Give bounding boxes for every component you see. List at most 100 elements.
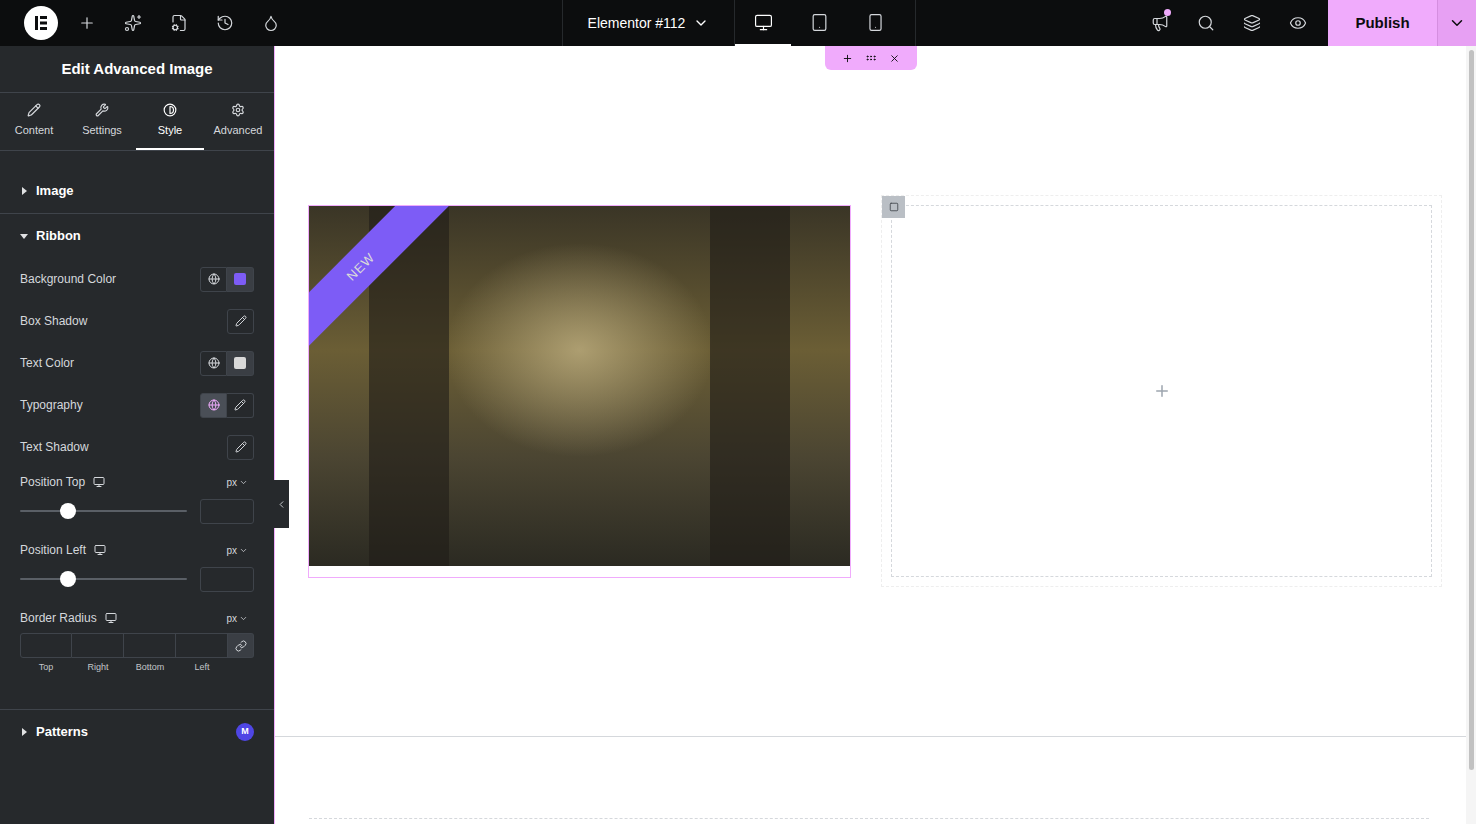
add-element-icon bbox=[78, 14, 96, 32]
control-label: Text Color bbox=[20, 354, 74, 372]
panel-section: RibbonBackground ColorBox ShadowText Col… bbox=[0, 214, 274, 710]
link-values-button[interactable] bbox=[228, 633, 254, 658]
section-header[interactable]: Image bbox=[0, 169, 274, 213]
panel-tab[interactable]: Advanced bbox=[204, 93, 272, 150]
notifications[interactable] bbox=[1137, 0, 1183, 46]
control-row: Text Shadow bbox=[0, 426, 274, 468]
page-settings[interactable] bbox=[156, 0, 202, 46]
responsive-monitor-icon[interactable] bbox=[93, 476, 105, 488]
global-button[interactable] bbox=[200, 351, 227, 376]
add-element[interactable] bbox=[64, 0, 110, 46]
elementor-logo-icon bbox=[24, 6, 58, 40]
page-settings-icon bbox=[170, 14, 188, 32]
control-label: Typography bbox=[20, 396, 83, 414]
panel-tabs: ContentSettingsStyleAdvanced bbox=[0, 93, 274, 151]
panel-header: Edit Advanced Image bbox=[0, 46, 274, 93]
global-button[interactable] bbox=[200, 393, 227, 418]
color-swatch[interactable] bbox=[227, 267, 254, 292]
column-icon bbox=[889, 202, 899, 212]
edit-button[interactable] bbox=[227, 393, 254, 418]
dimensions-control: Border RadiuspxTopRightBottomLeft bbox=[0, 604, 274, 675]
section-header[interactable]: PatternsM bbox=[0, 710, 274, 754]
device-button[interactable] bbox=[791, 0, 847, 46]
publish-options-button[interactable] bbox=[1437, 0, 1476, 46]
mobile-icon bbox=[866, 13, 885, 32]
control-label: Position Left bbox=[20, 541, 86, 559]
empty-column-dropzone[interactable] bbox=[891, 205, 1432, 577]
control-buttons bbox=[200, 351, 254, 376]
globe-icon bbox=[208, 273, 220, 285]
dimension-input[interactable] bbox=[124, 633, 176, 658]
column-handle[interactable] bbox=[882, 196, 905, 218]
section-controls: Background ColorBox ShadowText ColorTypo… bbox=[0, 258, 274, 709]
delete-icon[interactable] bbox=[889, 53, 900, 64]
document-title[interactable]: Elementor #112 bbox=[562, 0, 735, 46]
slider-track[interactable] bbox=[20, 510, 187, 512]
color-swatch[interactable] bbox=[227, 351, 254, 376]
add-icon[interactable] bbox=[842, 53, 853, 64]
unit-select[interactable]: px bbox=[226, 611, 254, 626]
unit-select[interactable]: px bbox=[226, 543, 254, 558]
editor-panel: Edit Advanced ImageContentSettingsStyleA… bbox=[0, 46, 274, 824]
control-buttons bbox=[200, 393, 254, 418]
control-label: Text Shadow bbox=[20, 438, 89, 456]
column bbox=[881, 195, 1442, 587]
chevron-down-icon bbox=[239, 614, 248, 623]
pencil-icon bbox=[235, 441, 247, 453]
responsive-monitor-icon[interactable] bbox=[94, 544, 106, 556]
preview[interactable] bbox=[1275, 0, 1321, 46]
section-header[interactable]: Ribbon bbox=[0, 214, 274, 258]
slider-thumb[interactable] bbox=[60, 503, 76, 519]
finder[interactable] bbox=[1183, 0, 1229, 46]
history[interactable] bbox=[202, 0, 248, 46]
add-section-area[interactable] bbox=[309, 818, 1429, 824]
panel-tab[interactable]: Content bbox=[0, 93, 68, 150]
chevron-down-icon bbox=[1448, 14, 1466, 32]
publish-button[interactable]: Publish bbox=[1328, 0, 1437, 46]
dimension-input[interactable] bbox=[176, 633, 228, 658]
edit-button[interactable] bbox=[227, 309, 254, 334]
advanced-image-widget[interactable]: NEW bbox=[308, 205, 851, 578]
globe-icon bbox=[208, 399, 220, 411]
control-label: Box Shadow bbox=[20, 312, 87, 330]
wrench-icon bbox=[95, 103, 109, 117]
global-button[interactable] bbox=[200, 267, 227, 292]
device-button[interactable] bbox=[847, 0, 903, 46]
link-icon bbox=[235, 640, 247, 652]
panel-tab[interactable]: Settings bbox=[68, 93, 136, 150]
desktop-icon bbox=[754, 13, 773, 32]
dimension-label: Top bbox=[39, 661, 54, 675]
site-settings[interactable] bbox=[248, 0, 294, 46]
slider-input[interactable] bbox=[200, 567, 254, 592]
scrollbar[interactable] bbox=[1466, 46, 1476, 824]
control-label: Border Radius bbox=[20, 609, 97, 627]
dimension-label: Right bbox=[87, 661, 108, 675]
device-button[interactable] bbox=[735, 0, 791, 46]
control-buttons bbox=[200, 267, 254, 292]
notifications-icon bbox=[1151, 14, 1169, 32]
history-icon bbox=[216, 14, 234, 32]
panel-section: PatternsM bbox=[0, 710, 274, 754]
panel-tab[interactable]: Style bbox=[136, 93, 204, 150]
slider-control: Position Left px bbox=[0, 536, 274, 604]
control-row: Typography bbox=[0, 384, 274, 426]
notification-dot bbox=[1164, 9, 1171, 16]
collapse-panel-button[interactable] bbox=[274, 480, 289, 528]
drag-icon[interactable] bbox=[865, 52, 877, 64]
top-bar: Elementor #112 Publish bbox=[0, 0, 1476, 46]
dimension-input[interactable] bbox=[20, 633, 72, 658]
slider-track[interactable] bbox=[20, 578, 187, 580]
edit-button[interactable] bbox=[227, 435, 254, 460]
elementor-logo[interactable] bbox=[18, 0, 64, 46]
finder-icon bbox=[1197, 14, 1215, 32]
structure[interactable] bbox=[1229, 0, 1275, 46]
slider-thumb[interactable] bbox=[60, 571, 76, 587]
dimension-input[interactable] bbox=[72, 633, 124, 658]
slider-input[interactable] bbox=[200, 499, 254, 524]
unit-select[interactable]: px bbox=[226, 475, 254, 490]
ai-tools[interactable] bbox=[110, 0, 156, 46]
panel-section: Image bbox=[0, 169, 274, 214]
responsive-monitor-icon[interactable] bbox=[105, 612, 117, 624]
chevron-down-icon bbox=[239, 478, 248, 487]
globe-icon bbox=[208, 357, 220, 369]
